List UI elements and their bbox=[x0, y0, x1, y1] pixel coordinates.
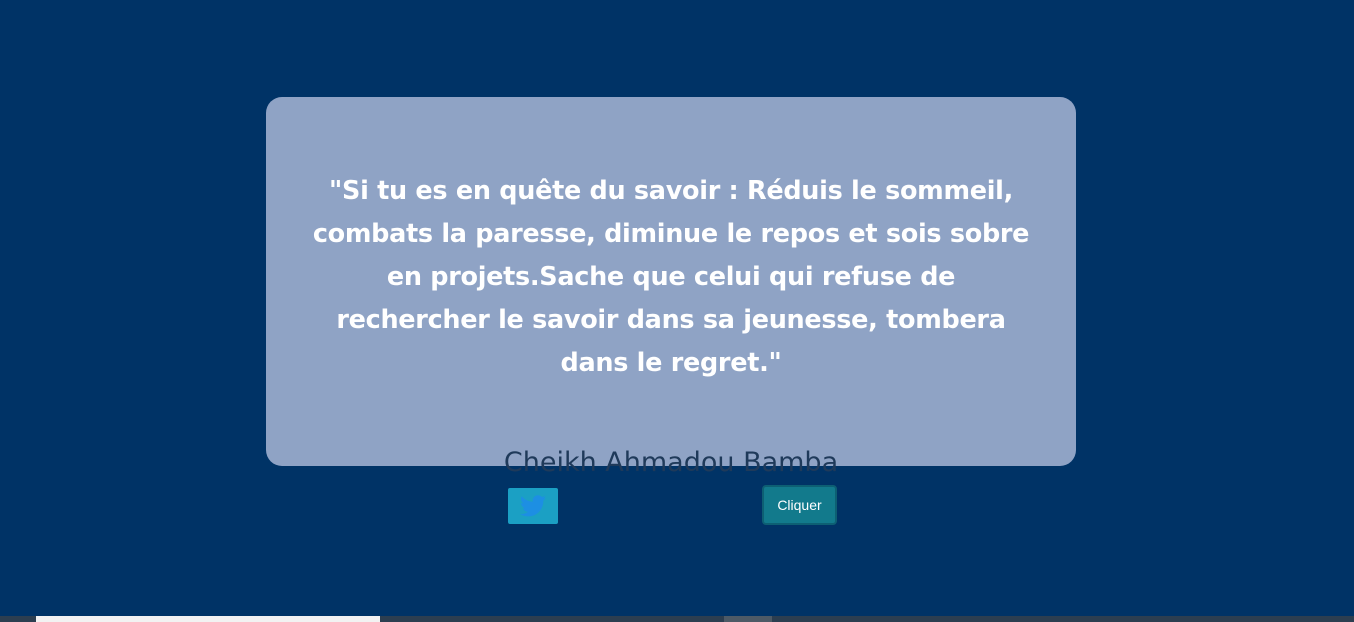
quote-text: "Si tu es en quête du savoir : Réduis le… bbox=[312, 176, 1030, 378]
bottom-scrollbar-thumb[interactable] bbox=[724, 616, 772, 622]
twitter-bird-icon bbox=[520, 495, 546, 517]
cliquer-button[interactable]: Cliquer bbox=[762, 485, 837, 525]
tweet-button[interactable] bbox=[508, 488, 558, 524]
quote-author: Cheikh Ahmadou Bamba bbox=[503, 447, 839, 478]
bottom-scrollbar-track[interactable] bbox=[36, 616, 380, 622]
quote-card: "Si tu es en quête du savoir : Réduis le… bbox=[266, 97, 1076, 476]
